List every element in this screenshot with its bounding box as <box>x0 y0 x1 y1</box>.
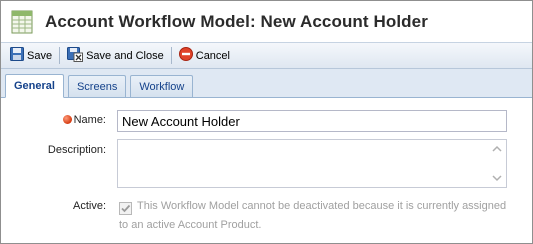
title-bar: Account Workflow Model: New Account Hold… <box>1 1 532 42</box>
name-label: Name: <box>73 114 106 126</box>
toolbar: Save Save and Close Cancel <box>1 42 532 69</box>
tab-general[interactable]: General <box>5 74 64 98</box>
checkmark-icon <box>121 204 131 213</box>
name-label-wrap: Name: <box>62 114 106 126</box>
description-label: Description: <box>47 144 106 156</box>
active-row: Active: This Workflow Model cannot be de… <box>1 197 532 237</box>
save-label: Save <box>27 49 53 62</box>
description-textarea[interactable] <box>117 139 507 188</box>
cancel-icon <box>178 47 193 64</box>
description-scrollbar[interactable] <box>489 140 506 187</box>
save-close-icon <box>67 46 84 65</box>
scroll-down-icon[interactable] <box>492 174 502 182</box>
required-indicator-icon <box>62 115 72 124</box>
tab-strip: General Screens Workflow <box>1 69 532 98</box>
save-and-close-button[interactable]: Save and Close <box>64 46 167 66</box>
floppy-disk-icon <box>10 47 24 64</box>
save-and-close-label: Save and Close <box>86 49 164 62</box>
save-button[interactable]: Save <box>7 46 55 66</box>
toolbar-separator <box>170 47 172 64</box>
cancel-label: Cancel <box>195 49 230 62</box>
description-row: Description: <box>1 139 532 197</box>
cancel-button[interactable]: Cancel <box>176 46 233 66</box>
name-input[interactable] <box>117 110 507 132</box>
window-title: Account Workflow Model: New Account Hold… <box>45 11 428 31</box>
active-label: Active: <box>72 200 106 212</box>
active-note-line2: to an active Account Product. <box>119 219 262 231</box>
name-row: Name: <box>1 110 532 136</box>
tab-screens[interactable]: Screens <box>67 75 127 97</box>
tab-workflow[interactable]: Workflow <box>130 75 194 97</box>
toolbar-separator <box>59 47 61 64</box>
active-checkbox[interactable] <box>119 202 132 215</box>
active-note: This Workflow Model cannot be deactivate… <box>119 197 509 235</box>
active-note-line1: This Workflow Model cannot be deactivate… <box>137 200 507 212</box>
scroll-up-icon[interactable] <box>492 145 502 153</box>
spreadsheet-icon <box>11 10 33 34</box>
general-tab-panel: Name: Description: Active: This <box>1 98 532 237</box>
dialog-window: Account Workflow Model: New Account Hold… <box>0 0 533 244</box>
